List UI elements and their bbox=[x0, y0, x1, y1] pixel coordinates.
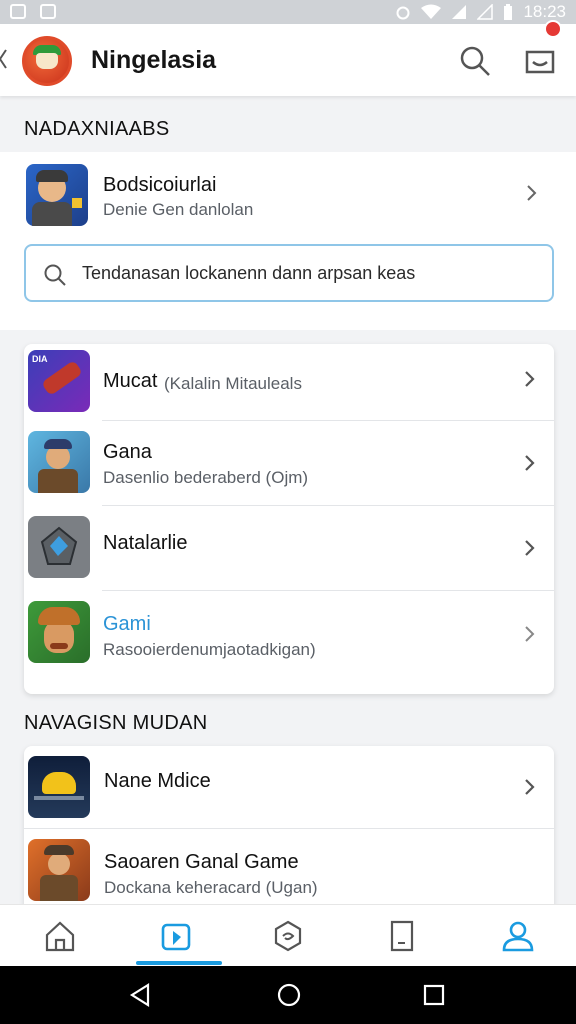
notification-icon[interactable] bbox=[522, 42, 558, 78]
bottom-navigation bbox=[0, 904, 576, 966]
list-item-subtitle: Dockana keheracard (Ugan) bbox=[104, 878, 318, 897]
list-item-title: Saoaren Ganal Game bbox=[104, 851, 299, 873]
nav-store[interactable] bbox=[136, 905, 216, 967]
active-tab-indicator bbox=[136, 961, 222, 965]
chevron-right-icon bbox=[525, 540, 535, 556]
list-item-title: Gami bbox=[103, 613, 151, 635]
list-item-thumbnail bbox=[28, 756, 90, 818]
chevron-right-icon bbox=[525, 626, 535, 642]
list-item-thumbnail bbox=[28, 839, 90, 901]
store-icon bbox=[161, 923, 191, 951]
chevron-right-icon bbox=[525, 455, 535, 471]
nav-library[interactable] bbox=[362, 905, 442, 967]
chevron-right-icon bbox=[525, 779, 535, 795]
list-item-thumbnail: DIA bbox=[28, 350, 90, 412]
list-item-subtitle: (Kalalin Mitauleals bbox=[164, 374, 302, 393]
list-item[interactable]: Gana Dasenlio bederaberd (Ojm) bbox=[24, 421, 554, 505]
photo-app-icon bbox=[40, 4, 56, 19]
search-icon[interactable] bbox=[458, 44, 492, 78]
status-bar: 18:23 bbox=[0, 0, 576, 24]
status-time: 18:23 bbox=[523, 2, 566, 21]
nav-profile[interactable] bbox=[478, 905, 558, 967]
list-item[interactable]: Gami Rasooierdenumjaotadkigan) bbox=[24, 591, 554, 681]
list-item[interactable]: DIA Mucat (Kalalin Mitauleals bbox=[24, 344, 554, 420]
nav-games[interactable] bbox=[248, 905, 328, 967]
search-field[interactable] bbox=[24, 244, 554, 302]
signal-icon-2 bbox=[477, 4, 494, 20]
notification-badge bbox=[544, 20, 562, 38]
list-item-thumbnail bbox=[28, 601, 90, 663]
list-item-thumbnail bbox=[28, 516, 90, 578]
chevron-right-icon bbox=[525, 371, 535, 387]
list-item-subtitle: Dasenlio bederaberd (Ojm) bbox=[103, 468, 309, 487]
featured-row[interactable]: Bodsicoiurlai Denie Gen danlolan bbox=[0, 152, 576, 236]
app-title: Ningelasia bbox=[91, 46, 217, 74]
featured-title: Bodsicoiurlai bbox=[103, 174, 217, 196]
back-chevron-icon[interactable] bbox=[0, 48, 8, 70]
home-icon bbox=[45, 921, 75, 952]
profile-icon bbox=[502, 921, 534, 952]
recents-icon[interactable] bbox=[422, 982, 446, 1008]
list-item-title: Natalarlie bbox=[103, 532, 188, 554]
section-title-2: NAVAGISN MUDAN bbox=[24, 712, 208, 734]
list-item-thumbnail bbox=[28, 431, 90, 493]
search-input[interactable] bbox=[82, 258, 542, 288]
list-item[interactable]: Saoaren Ganal Game Dockana keheracard (U… bbox=[24, 829, 554, 916]
app-bar: Ningelasia bbox=[0, 24, 576, 96]
app-logo bbox=[22, 36, 72, 86]
featured-subtitle: Denie Gen danlolan bbox=[103, 200, 254, 219]
featured-thumbnail bbox=[26, 164, 88, 226]
games-list-card: DIA Mucat (Kalalin Mitauleals Gana Dasen… bbox=[24, 344, 554, 694]
wifi-icon bbox=[421, 4, 442, 19]
game-controller-icon bbox=[274, 920, 302, 952]
home-button-icon[interactable] bbox=[277, 982, 301, 1008]
navigation-list-card: Nane Mdice Saoaren Ganal Game Dockana ke… bbox=[24, 746, 554, 916]
list-item-subtitle: Rasooierdenumjaotadkigan) bbox=[103, 640, 316, 659]
notification-app-icon bbox=[10, 4, 26, 19]
section-title-1: NADAXNIAABS bbox=[24, 118, 170, 140]
list-item[interactable]: Nane Mdice bbox=[24, 746, 554, 828]
list-item-title: Mucat bbox=[103, 370, 158, 392]
nav-home[interactable] bbox=[20, 905, 100, 967]
alarm-icon bbox=[396, 6, 410, 20]
list-item[interactable]: Natalarlie bbox=[24, 506, 554, 590]
chevron-right-icon bbox=[527, 185, 537, 201]
system-navigation-bar bbox=[0, 966, 576, 1024]
back-icon[interactable] bbox=[128, 982, 152, 1008]
battery-icon bbox=[504, 3, 513, 20]
book-icon bbox=[390, 920, 414, 952]
signal-icon bbox=[452, 5, 467, 19]
search-icon bbox=[44, 264, 66, 286]
list-item-title: Gana bbox=[103, 441, 152, 463]
list-item-title: Nane Mdice bbox=[104, 770, 211, 792]
